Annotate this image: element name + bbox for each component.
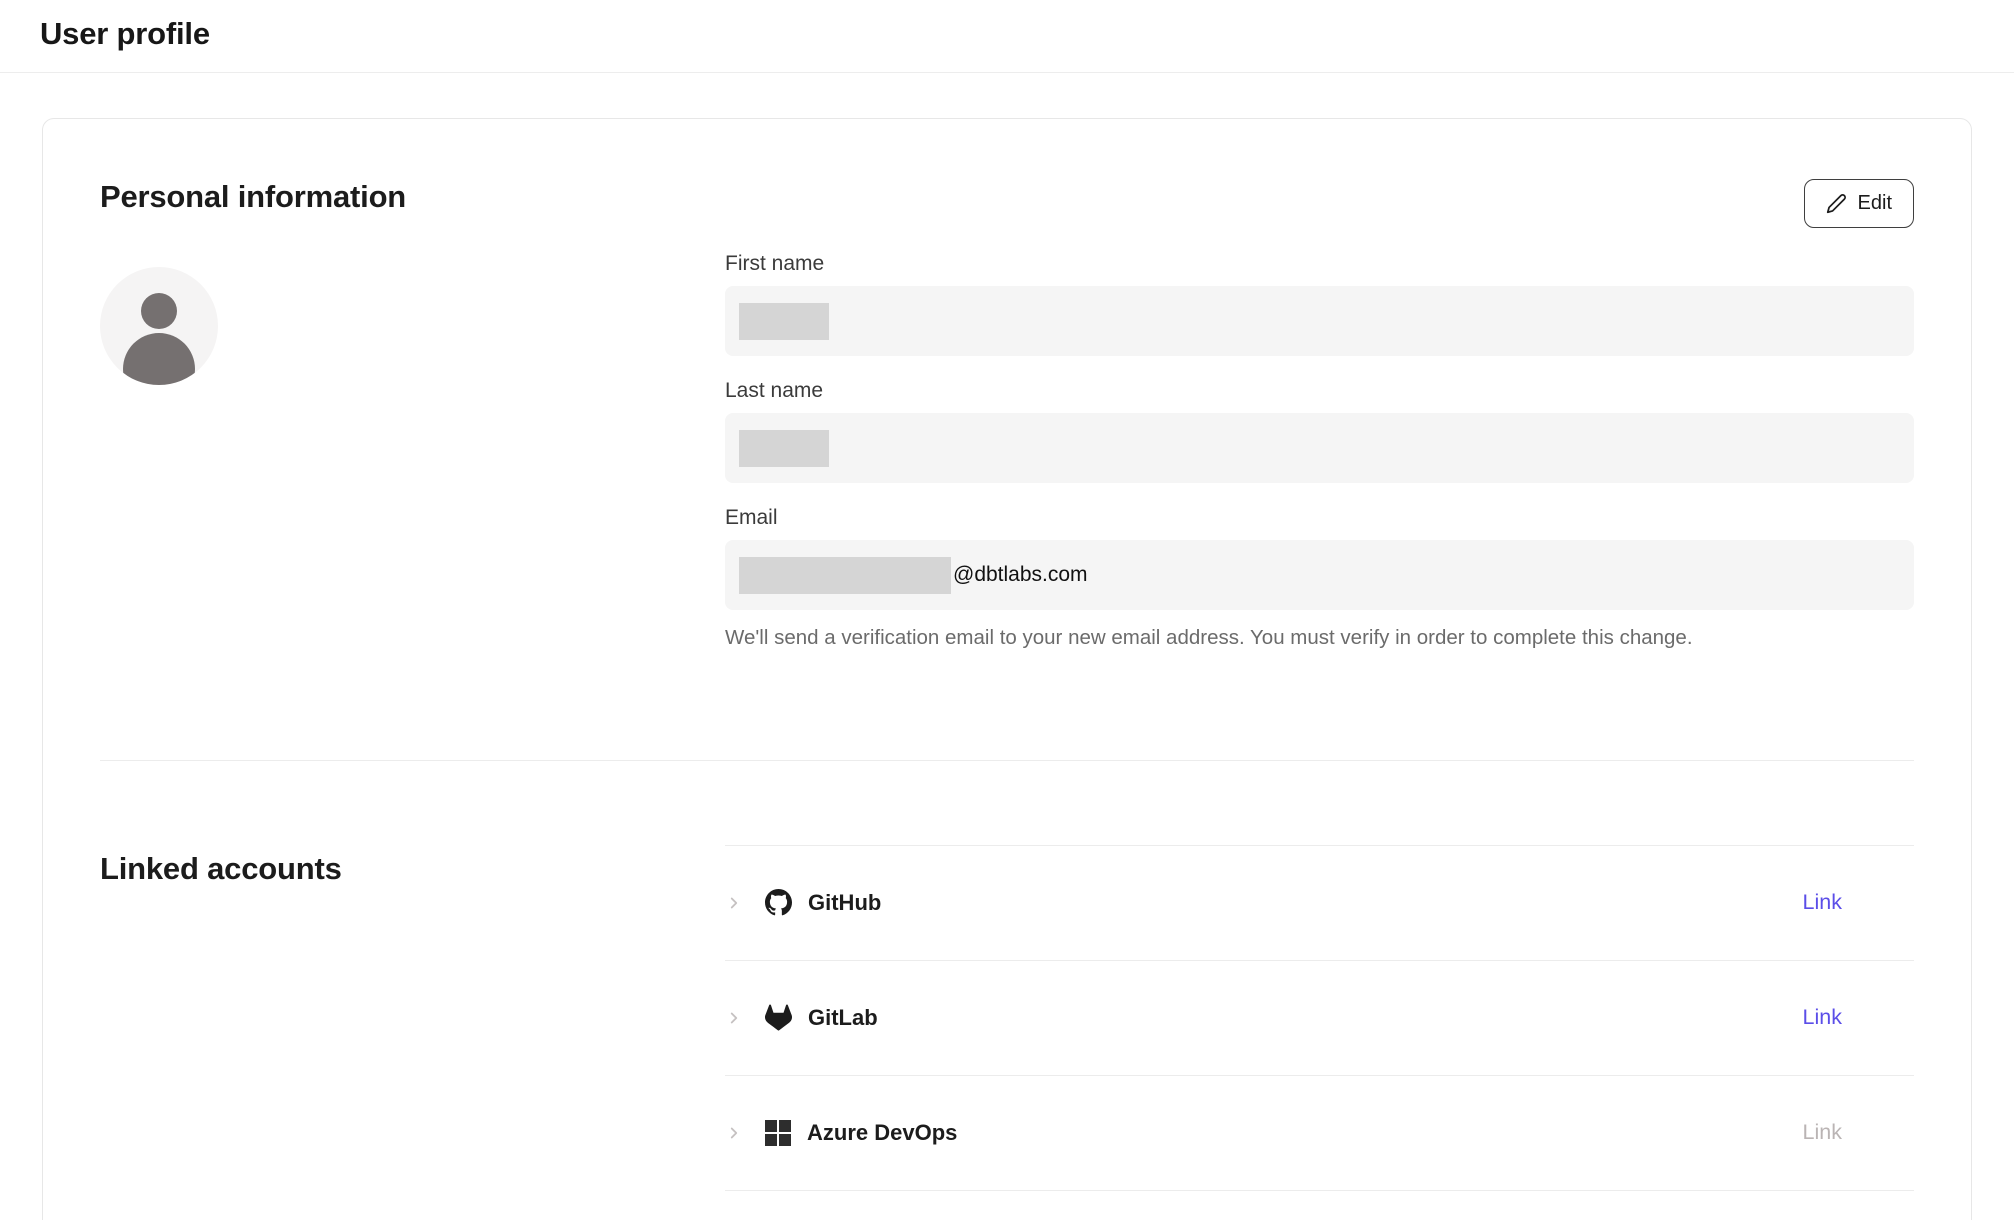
last-name-input[interactable] xyxy=(725,413,1914,483)
azure-devops-icon xyxy=(765,1120,791,1146)
page-header: User profile xyxy=(0,0,2014,73)
first-name-field-group: First name xyxy=(725,252,1914,356)
last-name-field-group: Last name xyxy=(725,379,1914,483)
pencil-icon xyxy=(1826,193,1847,214)
linked-account-row-gitlab: GitLab Link xyxy=(725,961,1914,1076)
linked-accounts-section: Linked accounts GitHub Link xyxy=(100,845,1914,1191)
linked-account-row-azure-devops: Azure DevOps Link xyxy=(725,1076,1914,1191)
personal-info-heading: Personal information xyxy=(100,179,406,215)
redacted-value xyxy=(739,430,829,467)
redacted-value xyxy=(739,557,951,594)
redacted-value xyxy=(739,303,829,340)
linked-accounts-heading: Linked accounts xyxy=(100,851,725,887)
chevron-right-icon[interactable] xyxy=(725,1124,743,1142)
section-divider xyxy=(100,760,1914,761)
linked-account-name: GitHub xyxy=(808,890,881,916)
azure-devops-link-action: Link xyxy=(1803,1120,1842,1145)
github-icon xyxy=(765,889,792,916)
personal-info-form: First name Last name Email @dbtlabs.com … xyxy=(725,252,1914,675)
personal-info-body: First name Last name Email @dbtlabs.com … xyxy=(100,252,1914,675)
linked-accounts-heading-column: Linked accounts xyxy=(100,845,725,1191)
personal-info-header: Personal information Edit xyxy=(100,179,1914,228)
last-name-label: Last name xyxy=(725,379,1914,403)
email-label: Email xyxy=(725,506,1914,530)
email-field-group: Email @dbtlabs.com We'll send a verifica… xyxy=(725,506,1914,652)
edit-button[interactable]: Edit xyxy=(1804,179,1914,228)
avatar-column xyxy=(100,252,725,675)
email-domain-text: @dbtlabs.com xyxy=(953,563,1088,587)
first-name-label: First name xyxy=(725,252,1914,276)
profile-card: Personal information Edit xyxy=(42,118,1972,1220)
email-helper-text: We'll send a verification email to your … xyxy=(725,625,1914,652)
edit-button-label: Edit xyxy=(1858,192,1892,215)
chevron-right-icon[interactable] xyxy=(725,1009,743,1027)
linked-account-name: Azure DevOps xyxy=(807,1120,957,1146)
page-title: User profile xyxy=(40,16,1974,52)
linked-accounts-list: GitHub Link GitLab Link xyxy=(725,845,1914,1191)
chevron-right-icon[interactable] xyxy=(725,894,743,912)
github-link-action[interactable]: Link xyxy=(1803,890,1842,915)
linked-account-row-github: GitHub Link xyxy=(725,846,1914,961)
linked-account-name: GitLab xyxy=(808,1005,878,1031)
gitlab-link-action[interactable]: Link xyxy=(1803,1005,1842,1030)
gitlab-icon xyxy=(765,1004,792,1031)
email-input[interactable]: @dbtlabs.com xyxy=(725,540,1914,610)
avatar xyxy=(100,267,218,385)
first-name-input[interactable] xyxy=(725,286,1914,356)
